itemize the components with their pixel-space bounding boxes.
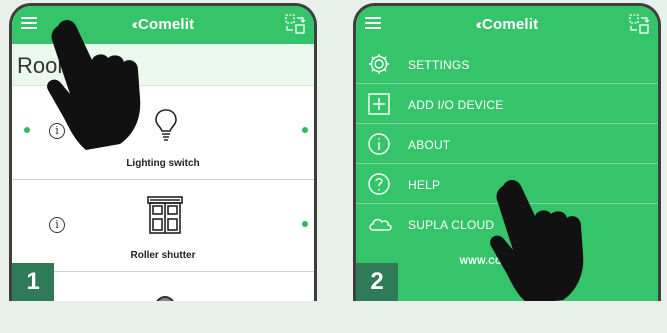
brand-logo: ‹‹ Comelit: [475, 16, 539, 33]
device-card-lighting[interactable]: i Lighting switch: [12, 86, 314, 180]
shutter-icon: [147, 196, 183, 234]
menu-label: SETTINGS: [408, 58, 470, 72]
phone-screen-menu: ‹‹Comelit SETTINGS ADD I/O DEVICE ABOUT: [353, 3, 661, 301]
device-label: Lighting switch: [126, 158, 200, 169]
section-title: Rooms: [17, 53, 87, 78]
step-badge: 1: [12, 263, 54, 301]
top-bar: ‹‹ Comelit: [356, 6, 658, 44]
status-dot: [24, 127, 30, 133]
status-dot: [302, 221, 308, 227]
phone-screen-rooms: ‹‹ Comelit Rooms i Lighting switch i Rol…: [9, 3, 317, 301]
menu-item-help[interactable]: HELP: [356, 164, 658, 204]
status-dot: [302, 127, 308, 133]
gear-icon: [369, 54, 389, 74]
menu-label: HELP: [408, 178, 441, 192]
info-icon[interactable]: i: [49, 123, 65, 139]
menu-label: ADD I/O DEVICE: [408, 98, 504, 112]
question-icon: [368, 173, 390, 195]
brand-logo: ‹‹ Comelit: [131, 16, 195, 33]
rooms-section-header: Rooms: [12, 44, 314, 86]
device-label: Roller shutter: [130, 250, 196, 261]
menu-item-supla-cloud[interactable]: SUPLA CLOUD: [356, 204, 658, 244]
menu-item-add-io-device[interactable]: ADD I/O DEVICE: [356, 84, 658, 124]
menu-label: SUPLA CLOUD: [408, 218, 495, 232]
info-icon[interactable]: i: [49, 217, 65, 233]
bulb-icon: [155, 109, 177, 141]
plus-square-icon: [368, 93, 390, 115]
menu-item-settings[interactable]: SETTINGS: [356, 44, 658, 84]
menu-label: ABOUT: [408, 138, 451, 152]
switch-view-icon[interactable]: [628, 13, 650, 35]
device-card-partial[interactable]: [12, 272, 314, 301]
device-card-shutter[interactable]: i Roller shutter: [12, 180, 314, 272]
info-icon: [368, 133, 390, 155]
website-link[interactable]: WWW.COMELIT.COM: [356, 256, 658, 266]
menu-item-about[interactable]: ABOUT: [356, 124, 658, 164]
top-bar: ‹‹ Comelit: [12, 6, 314, 44]
step-badge: 2: [356, 263, 398, 301]
cloud-icon: [369, 218, 392, 231]
switch-view-icon[interactable]: [284, 13, 306, 35]
device-icon-partial: [155, 296, 175, 301]
